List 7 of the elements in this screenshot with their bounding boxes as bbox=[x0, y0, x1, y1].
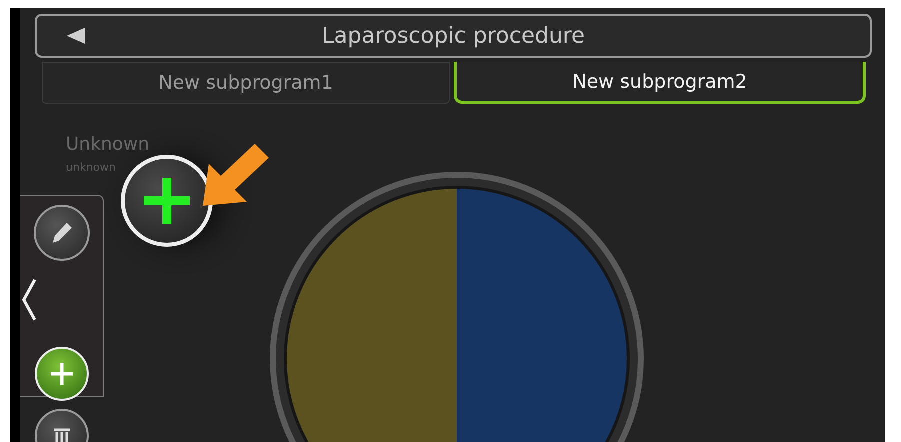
tab[interactable]: New subprogram2 bbox=[454, 62, 866, 104]
screen-title: Laparoscopic procedure bbox=[322, 24, 585, 48]
plus-icon bbox=[49, 361, 75, 387]
tab[interactable]: New subprogram1 bbox=[42, 62, 450, 104]
collapse-icon[interactable] bbox=[21, 278, 37, 322]
item-title: Unknown bbox=[66, 134, 150, 155]
back-icon[interactable] bbox=[67, 28, 85, 44]
